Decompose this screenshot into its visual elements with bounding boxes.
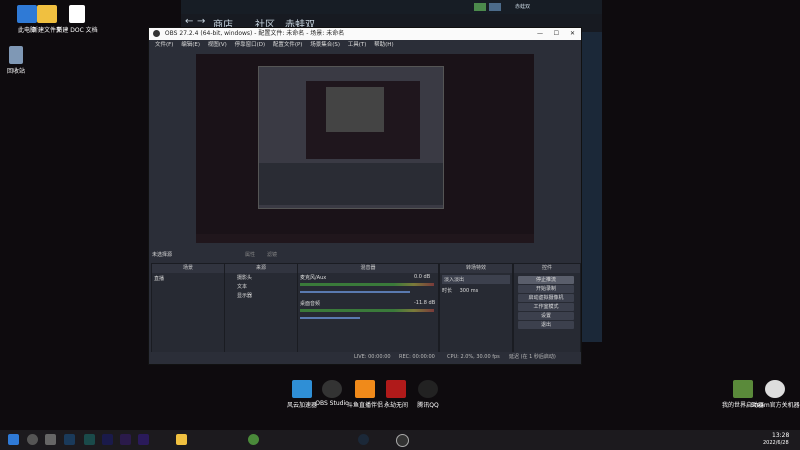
cpu-fps: CPU: 2.0%, 30.00 fps xyxy=(447,354,500,360)
start-recording-button[interactable]: 开始录制 xyxy=(518,285,574,293)
exit-button[interactable]: 退出 xyxy=(518,321,574,329)
menu-docks[interactable]: 停靠窗口(D) xyxy=(235,42,266,48)
rec-timer: REC: 00:00:00 xyxy=(399,354,435,360)
steam-user-label[interactable]: 赤蛙双 xyxy=(515,3,530,10)
clock-date[interactable]: 2022/6/28 xyxy=(763,440,789,446)
duration-row: 时长 300 ms xyxy=(440,286,512,295)
nested-obs-window xyxy=(258,66,444,209)
duration-input[interactable]: 300 ms xyxy=(460,288,479,294)
volume-meter xyxy=(300,309,434,312)
transitions-title: 转场特效 xyxy=(440,264,512,273)
desktop-icon-label: 回收站 xyxy=(6,68,25,75)
menu-edit[interactable]: 编辑(E) xyxy=(181,42,200,48)
after-effects-icon[interactable] xyxy=(120,434,131,445)
no-source-label: 未选择源 xyxy=(152,252,173,258)
desktop-icon-label: 新建 DOC 文档 xyxy=(56,27,98,34)
obs-menubar: 文件(F) 编辑(E) 视图(V) 停靠窗口(D) 配置文件(P) 场景集合(S… xyxy=(149,40,581,50)
source-item[interactable]: 显示器 xyxy=(225,291,297,300)
menu-scene-collection[interactable]: 场景集合(S) xyxy=(310,42,340,48)
menu-help[interactable]: 帮助(H) xyxy=(374,42,393,48)
obs-statusbar: LIVE: 00:00:00 REC: 00:00:00 CPU: 2.0%, … xyxy=(149,352,581,362)
scenes-panel: 场景 直播 xyxy=(151,263,225,355)
settings-button[interactable]: 设置 xyxy=(518,312,574,320)
maximize-icon[interactable]: ☐ xyxy=(554,28,559,40)
chrome-icon[interactable] xyxy=(248,434,259,445)
mixer-track-db: -11.8 dB xyxy=(414,300,436,306)
audition-icon[interactable] xyxy=(84,434,95,445)
media-encoder-icon[interactable] xyxy=(102,434,113,445)
premiere-icon[interactable] xyxy=(138,434,149,445)
photoshop-icon[interactable] xyxy=(64,434,75,445)
delay-status: 延迟 (在 1 秒后启动) xyxy=(509,354,556,360)
recycle-bin-icon xyxy=(9,46,23,64)
source-item[interactable]: 摄影头 xyxy=(225,273,297,282)
windows-start-icon[interactable] xyxy=(8,434,19,445)
obs-logo-icon xyxy=(153,30,160,37)
steam-status-badge xyxy=(489,3,501,11)
source-item[interactable]: 文本 xyxy=(225,282,297,291)
taskbar: 13:28 2022/6/28 xyxy=(0,430,800,450)
shortcut-qq[interactable]: 腾讯QQ xyxy=(401,380,455,409)
stop-streaming-button[interactable]: 停止推流 xyxy=(518,276,574,284)
nested-panels xyxy=(259,163,443,205)
search-icon[interactable] xyxy=(27,434,38,445)
scene-transitions-panel: 转场特效 淡入淡出 时长 300 ms xyxy=(439,263,513,355)
live-timer: LIVE: 00:00:00 xyxy=(354,354,391,360)
shortcut-label: 腾讯QQ xyxy=(417,402,439,409)
nested-preview xyxy=(306,81,420,159)
source-toolbar: 未选择源 属性 滤镜 xyxy=(149,250,581,261)
back-arrow-icon[interactable]: ← xyxy=(185,16,193,27)
filters-button[interactable]: 滤镜 xyxy=(267,250,277,261)
minimize-icon[interactable]: — xyxy=(537,28,543,40)
controls-panel: 控件 停止推流 开始录制 启动虚拟摄像机 工作室模式 设置 退出 xyxy=(513,263,581,355)
sources-panel: 来源 摄影头 文本 显示器 xyxy=(224,263,298,355)
shortcut-shutdown[interactable]: Steam官方关机器 xyxy=(748,380,800,409)
close-icon[interactable]: ✕ xyxy=(570,28,575,40)
volume-slider[interactable] xyxy=(300,317,360,319)
obs-window[interactable]: OBS 27.2.4 (64-bit, windows) - 配置文件: 未命名… xyxy=(148,27,582,365)
qq-icon xyxy=(418,380,438,398)
obs-preview[interactable] xyxy=(196,54,534,243)
forward-arrow-icon[interactable]: → xyxy=(197,16,205,27)
nested-taskbar xyxy=(196,234,534,243)
desktop-icon-new-doc[interactable]: 新建 DOC 文档 xyxy=(50,5,104,34)
menu-profile[interactable]: 配置文件(P) xyxy=(273,42,303,48)
sources-title: 来源 xyxy=(225,264,297,273)
shortcut-label: Steam官方关机器 xyxy=(750,402,800,409)
clock-time[interactable]: 13:28 xyxy=(772,432,789,439)
file-explorer-icon[interactable] xyxy=(176,434,187,445)
properties-button[interactable]: 属性 xyxy=(245,250,255,261)
steam-titlebar: 赤蛙双 xyxy=(181,0,602,14)
menu-view[interactable]: 视图(V) xyxy=(208,42,227,48)
obs-taskbar-icon[interactable] xyxy=(396,434,409,447)
audio-mixer-panel: 混音器 麦克风/Aux 0.0 dB 桌面音频 -11.8 dB xyxy=(297,263,439,355)
obs-window-title: OBS 27.2.4 (64-bit, windows) - 配置文件: 未命名… xyxy=(164,30,345,37)
scene-item[interactable]: 直播 xyxy=(152,273,224,284)
volume-meter xyxy=(300,283,434,286)
studio-mode-button[interactable]: 工作室模式 xyxy=(518,303,574,311)
nested-preview-inner xyxy=(326,87,384,132)
menu-tools[interactable]: 工具(T) xyxy=(348,42,367,48)
mixer-track-name: 桌面音频 xyxy=(300,301,321,307)
power-icon xyxy=(765,380,785,398)
obs-titlebar: OBS 27.2.4 (64-bit, windows) - 配置文件: 未命名… xyxy=(149,28,581,40)
steam-status-badge xyxy=(474,3,486,11)
duration-label: 时长 xyxy=(442,288,453,294)
controls-title: 控件 xyxy=(514,264,580,273)
mixer-track-db: 0.0 dB xyxy=(414,274,431,280)
steam-icon[interactable] xyxy=(358,434,369,445)
document-icon xyxy=(69,5,85,23)
mixer-title: 混音器 xyxy=(298,264,438,273)
start-virtual-camera-button[interactable]: 启动虚拟摄像机 xyxy=(518,294,574,302)
desktop-icon-recycle-bin[interactable]: 回收站 xyxy=(0,46,43,75)
task-view-icon[interactable] xyxy=(45,434,56,445)
volume-slider[interactable] xyxy=(300,291,410,293)
transition-select[interactable]: 淡入淡出 xyxy=(442,275,510,284)
menu-file[interactable]: 文件(F) xyxy=(155,42,173,48)
scenes-title: 场景 xyxy=(152,264,224,273)
